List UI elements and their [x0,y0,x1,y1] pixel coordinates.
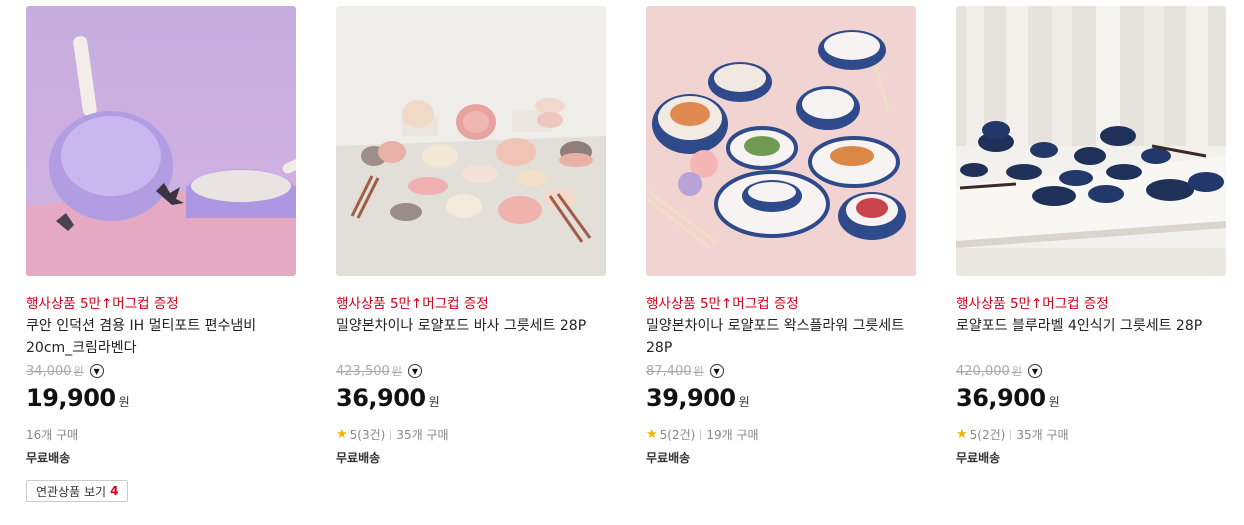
shipping-label: 무료배송 [26,451,71,465]
rating-value: 5 [659,428,668,442]
original-price: 87,400 원 [646,363,704,379]
price-row: 39,900 원 [646,384,916,420]
review-count: (2건) [977,428,1006,442]
shipping-label: 무료배송 [646,451,691,465]
product-image[interactable] [956,6,1226,276]
product-image[interactable] [26,6,296,276]
product-title-line: 밀양본차이나 로얄포드 왁스플라워 그릇세트 [646,318,905,334]
star-icon: ★ [336,427,348,442]
product-image[interactable] [646,6,916,276]
review-count: (2건) [667,428,696,442]
related-products-label: 연관상품 보기 [36,484,107,499]
original-price-row: 420,000 원 ▼ [956,360,1226,382]
original-price: 34,000 원 [26,363,84,379]
chevron-down-circle-icon[interactable]: ▼ [709,364,724,378]
review-count: (3건) [357,428,386,442]
original-price-row: 34,000 원 ▼ [26,360,296,382]
product-card: 행사상품 5만↑머그컵 증정 밀양본차이나 로얄포드 바사 그릇세트 28P 4… [336,6,606,467]
purchase-meta: 16개 구매 [26,426,296,444]
product-title[interactable]: 밀양본차이나 로얄포드 왁스플라워 그릇세트 28P [646,315,916,359]
original-price-unit: 원 [693,365,704,378]
promo-text[interactable]: 행사상품 5만↑머그컵 증정 [26,294,296,314]
product-title-line: 20cm_크림라벤다 [26,340,137,356]
rating-meta: ★ 5 (2건) 19개 구매 [646,426,916,444]
price-unit: 원 [738,395,750,409]
product-title-line: 로얄포드 블루라벨 4인식기 그릇세트 28P [956,318,1203,334]
price-unit: 원 [1048,395,1060,409]
divider [700,430,702,440]
product-card: 행사상품 5만↑머그컵 증정 쿠안 인덕션 겸용 IH 멀티포트 편수냄비 20… [26,6,296,467]
sale-price: 39,900 [646,384,736,412]
product-title[interactable]: 로얄포드 블루라벨 4인식기 그릇세트 28P [956,315,1226,359]
star-icon: ★ [646,427,658,442]
product-title-line: 쿠안 인덕션 겸용 IH 멀티포트 편수냄비 [26,318,257,334]
rating-value: 5 [349,428,358,442]
purchase-count: 35개 구매 [1016,428,1069,442]
price-row: 36,900 원 [956,384,1226,420]
promo-text[interactable]: 행사상품 5만↑머그컵 증정 [336,294,606,314]
original-price-row: 423,500 원 ▼ [336,360,606,382]
chevron-down-circle-icon[interactable]: ▼ [407,364,422,378]
product-title[interactable]: 쿠안 인덕션 겸용 IH 멀티포트 편수냄비 20cm_크림라벤다 [26,315,296,359]
product-card: 행사상품 5만↑머그컵 증정 로얄포드 블루라벨 4인식기 그릇세트 28P 4… [956,6,1226,467]
product-card: 행사상품 5만↑머그컵 증정 밀양본차이나 로얄포드 왁스플라워 그릇세트 28… [646,6,916,467]
promo-text[interactable]: 행사상품 5만↑머그컵 증정 [956,294,1226,314]
original-price-unit: 원 [391,365,402,378]
sale-price: 36,900 [336,384,426,412]
chevron-down-circle-icon[interactable]: ▼ [89,364,104,378]
product-title[interactable]: 밀양본차이나 로얄포드 바사 그릇세트 28P [336,315,606,359]
product-title-line: 밀양본차이나 로얄포드 바사 그릇세트 28P [336,318,587,334]
related-products-count: 4 [110,484,119,498]
price-unit: 원 [118,395,130,409]
purchase-count: 19개 구매 [706,428,759,442]
sale-price: 36,900 [956,384,1046,412]
star-icon: ★ [956,427,968,442]
shipping-label: 무료배송 [956,451,1001,465]
sale-price: 19,900 [26,384,116,412]
promo-text[interactable]: 행사상품 5만↑머그컵 증정 [646,294,916,314]
original-price-value: 420,000 [956,364,1010,379]
divider [1010,430,1012,440]
shipping-label: 무료배송 [336,451,381,465]
original-price-value: 34,000 [26,364,72,379]
price-row: 36,900 원 [336,384,606,420]
original-price: 423,500 원 [336,363,402,379]
divider [390,430,392,440]
purchase-count: 16개 구매 [26,428,79,442]
rating-meta: ★ 5 (2건) 35개 구매 [956,426,1226,444]
product-grid: 행사상품 5만↑머그컵 증정 쿠안 인덕션 겸용 IH 멀티포트 편수냄비 20… [0,0,1244,525]
purchase-count: 35개 구매 [396,428,449,442]
original-price-value: 87,400 [646,364,692,379]
rating-meta: ★ 5 (3건) 35개 구매 [336,426,606,444]
price-row: 19,900 원 [26,384,296,420]
original-price-unit: 원 [73,365,84,378]
product-image[interactable] [336,6,606,276]
original-price-value: 423,500 [336,364,390,379]
price-unit: 원 [428,395,440,409]
original-price-row: 87,400 원 ▼ [646,360,916,382]
product-title-line: 28P [646,340,673,356]
rating-value: 5 [969,428,978,442]
related-products-button[interactable]: 연관상품 보기 4 [26,480,129,502]
chevron-down-circle-icon[interactable]: ▼ [1027,364,1042,378]
original-price: 420,000 원 [956,363,1022,379]
original-price-unit: 원 [1011,365,1022,378]
